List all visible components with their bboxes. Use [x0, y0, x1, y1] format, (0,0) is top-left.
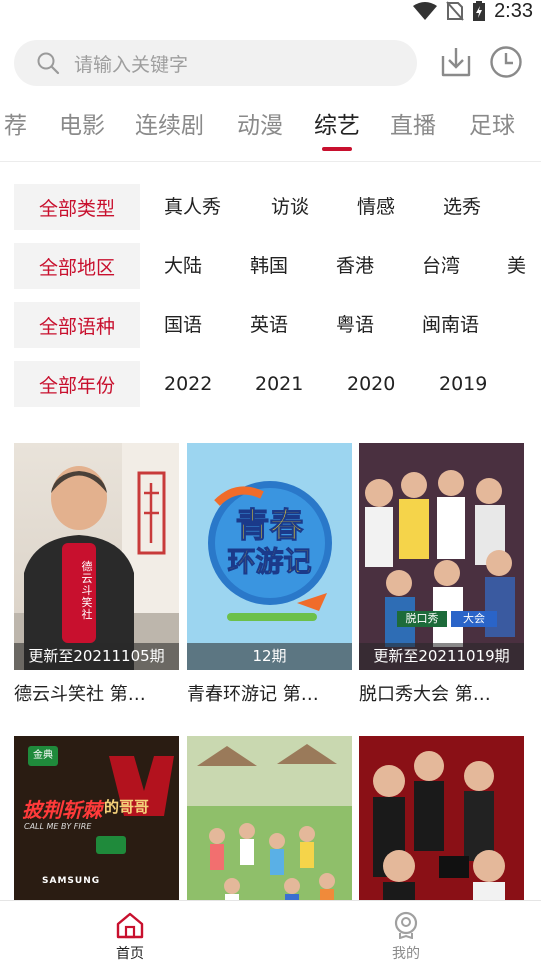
nav-profile[interactable]: 我的 — [346, 901, 466, 967]
filter-option[interactable]: 美 — [507, 243, 526, 289]
nav-profile-label: 我的 — [392, 946, 420, 962]
category-tabs: 荐 电影 连续剧 动漫 综艺 直播 足球 — [0, 106, 541, 162]
wifi-icon — [413, 2, 438, 20]
poster-text: 大会 — [463, 612, 485, 625]
show-title: 青春环游记 第… — [187, 684, 319, 705]
tab-recommend[interactable]: 荐 — [4, 106, 27, 140]
show-poster: 青春 环游记 12期 — [187, 443, 352, 670]
tab-movie[interactable]: 电影 — [59, 106, 105, 140]
nav-home[interactable]: 首页 — [70, 901, 190, 967]
download-icon[interactable] — [438, 44, 474, 80]
filter-language-all[interactable]: 全部语种 — [14, 302, 140, 348]
search-row: 请输入关键字 — [14, 40, 534, 86]
show-card[interactable]: 脱口秀 大会 更新至20211019期 脱口秀大会 第… — [359, 443, 524, 706]
episode-badge: 12期 — [187, 643, 352, 670]
poster-text: CALL ME BY FIRE — [24, 822, 92, 831]
filter-option[interactable]: 国语 — [164, 302, 202, 348]
filter-option[interactable]: 台湾 — [422, 243, 460, 289]
episode-badge: 更新至20211019期 — [359, 643, 524, 670]
filter-row-type: 全部类型 真人秀 访谈 情感 选秀 — [14, 184, 541, 230]
poster-title-art: 青春 环游记 — [187, 507, 352, 579]
status-time: 2:33 — [494, 0, 533, 22]
poster-text: 社 — [81, 608, 93, 621]
search-icon — [37, 52, 60, 75]
tab-live[interactable]: 直播 — [390, 106, 436, 140]
tab-series[interactable]: 连续剧 — [135, 106, 204, 140]
show-card[interactable]: 德 云 斗 笑 社 更新至20211105期 德云斗笑社 第… — [14, 443, 179, 706]
filter-row-region: 全部地区 大陆 韩国 香港 台湾 美 — [14, 243, 541, 289]
show-title: 脱口秀大会 第… — [359, 684, 491, 705]
no-sim-icon — [446, 1, 464, 21]
poster-text: 脱口秀 — [405, 612, 439, 625]
battery-charging-icon — [473, 1, 486, 21]
filter-option[interactable]: 粤语 — [336, 302, 374, 348]
tab-anime[interactable]: 动漫 — [237, 106, 283, 140]
poster-text: SAMSUNG — [42, 876, 101, 886]
filter-region-all[interactable]: 全部地区 — [14, 243, 140, 289]
filter-option[interactable]: 香港 — [336, 243, 374, 289]
filter-option[interactable]: 英语 — [250, 302, 288, 348]
bottom-nav: 首页 我的 — [0, 900, 541, 967]
filter-option[interactable]: 选秀 — [443, 184, 481, 230]
filter-option[interactable]: 真人秀 — [164, 184, 221, 230]
filter-option[interactable]: 访谈 — [271, 184, 309, 230]
show-card[interactable]: 青春 环游记 12期 青春环游记 第… — [187, 443, 352, 706]
poster-text: 青春 — [235, 506, 304, 546]
poster-logo-text: 金典 — [33, 750, 53, 761]
poster-text: 的哥哥 — [104, 798, 150, 816]
episode-badge: 更新至20211105期 — [14, 643, 179, 670]
filter-option[interactable]: 2022 — [164, 361, 212, 407]
home-icon — [116, 912, 144, 939]
profile-icon — [394, 911, 418, 939]
filter-option[interactable]: 2020 — [347, 361, 395, 407]
filter-row-year: 全部年份 2022 2021 2020 2019 — [14, 361, 541, 407]
nav-home-label: 首页 — [116, 946, 144, 962]
history-clock-icon[interactable] — [488, 44, 524, 80]
filter-option[interactable]: 韩国 — [250, 243, 288, 289]
poster-vertical-title: 德 云 斗 笑 社 — [76, 561, 98, 621]
status-bar: 2:33 — [0, 0, 541, 30]
tab-football[interactable]: 足球 — [469, 106, 515, 140]
filter-option[interactable]: 2021 — [255, 361, 303, 407]
active-tab-indicator — [322, 147, 352, 151]
filter-option[interactable]: 情感 — [357, 184, 395, 230]
filter-option[interactable]: 大陆 — [164, 243, 202, 289]
filter-option[interactable]: 2019 — [439, 361, 487, 407]
poster-illustration — [359, 443, 524, 670]
show-title: 德云斗笑社 第… — [14, 684, 146, 705]
filter-year-all[interactable]: 全部年份 — [14, 361, 140, 407]
show-poster: 德 云 斗 笑 社 更新至20211105期 — [14, 443, 179, 670]
poster-text: 环游记 — [227, 545, 312, 579]
show-poster: 脱口秀 大会 更新至20211019期 — [359, 443, 524, 670]
filter-row-language: 全部语种 国语 英语 粤语 闽南语 — [14, 302, 541, 348]
search-placeholder: 请输入关键字 — [74, 53, 189, 76]
filter-type-all[interactable]: 全部类型 — [14, 184, 140, 230]
tab-variety[interactable]: 综艺 — [314, 106, 360, 140]
search-input[interactable]: 请输入关键字 — [14, 40, 417, 86]
poster-illustration — [14, 443, 179, 670]
filter-option[interactable]: 闽南语 — [422, 302, 479, 348]
